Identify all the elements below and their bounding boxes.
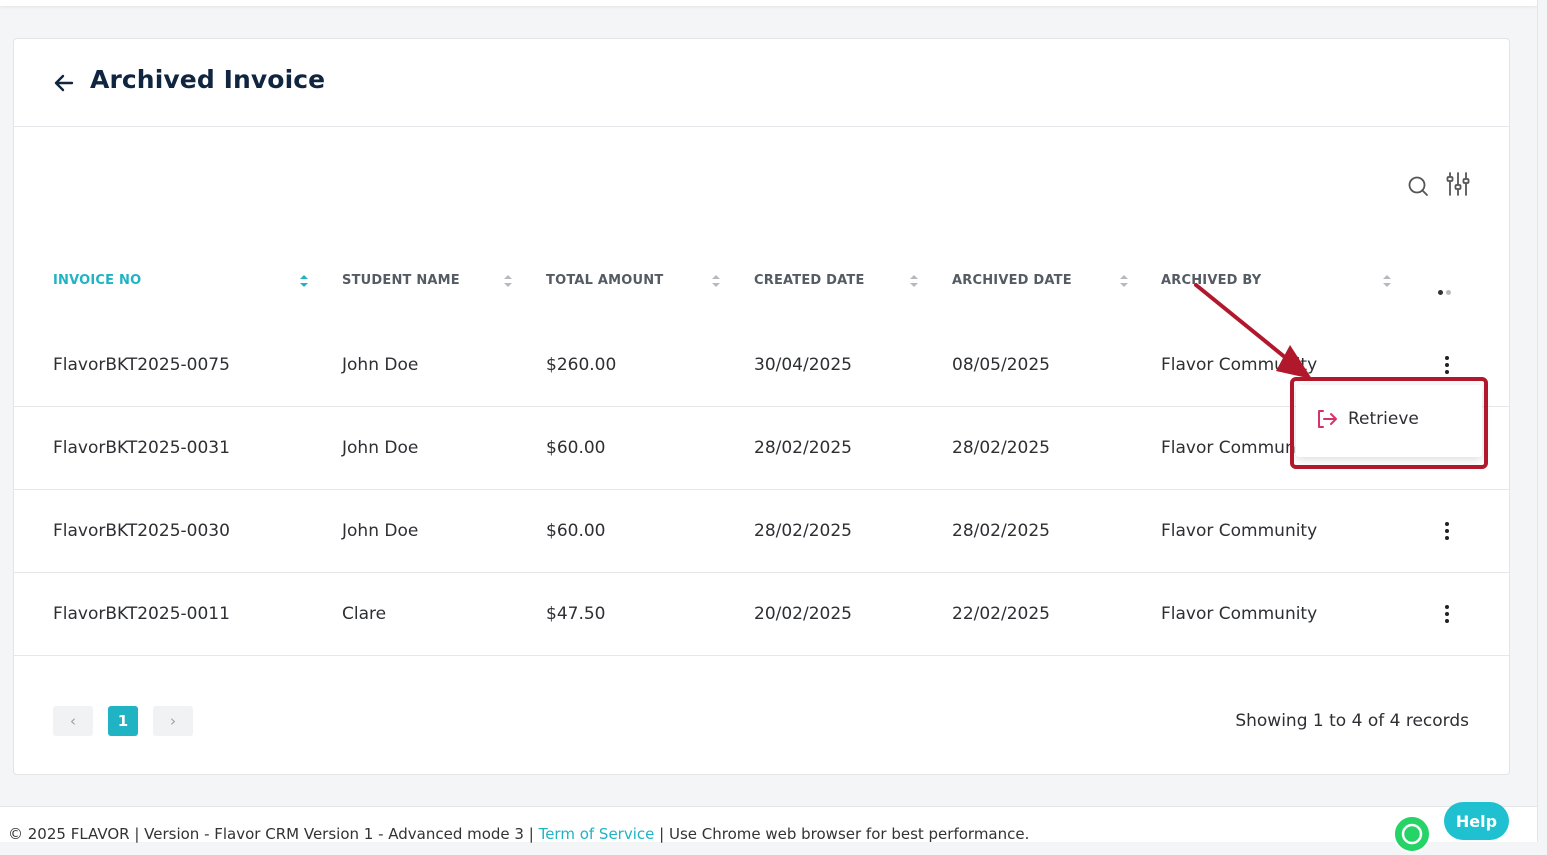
cell-invoice-no: FlavorBKT2025-0075 [53, 355, 230, 375]
cell-archived-date: 28/02/2025 [952, 438, 1050, 458]
sort-icon[interactable] [711, 274, 721, 288]
column-header-invoice-no[interactable]: INVOICE NO [53, 273, 141, 288]
cell-total-amount: $260.00 [546, 355, 617, 375]
pagination-page-1[interactable]: 1 [108, 706, 138, 736]
arrow-left-icon[interactable] [52, 71, 76, 95]
footer-text: © 2025 FLAVOR | Version - Flavor CRM Ver… [8, 825, 1029, 843]
cell-created-date: 28/02/2025 [754, 521, 852, 541]
cell-invoice-no: FlavorBKT2025-0031 [53, 438, 230, 458]
cell-created-date: 20/02/2025 [754, 604, 852, 624]
whatsapp-icon[interactable] [1393, 815, 1431, 853]
cell-student-name: Clare [342, 604, 387, 624]
cell-invoice-no: FlavorBKT2025-0030 [53, 521, 230, 541]
archived-invoice-card: Archived Invoice INVOICE NO STUDENT NAME… [13, 38, 1510, 775]
cell-total-amount: $47.50 [546, 604, 606, 624]
column-header-total-amount[interactable]: TOTAL AMOUNT [546, 273, 663, 288]
sort-icon[interactable] [299, 274, 309, 288]
retrieve-label: Retrieve [1348, 409, 1419, 429]
cell-invoice-no: FlavorBKT2025-0011 [53, 604, 230, 624]
table-row[interactable]: FlavorBKT2025-0075 John Doe $260.00 30/0… [14, 324, 1509, 407]
footer-suffix: | Use Chrome web browser for best perfor… [654, 825, 1030, 843]
cell-created-date: 30/04/2025 [754, 355, 852, 375]
retrieve-menu-item[interactable]: Retrieve [1316, 409, 1419, 429]
sort-icon[interactable] [909, 274, 919, 288]
cell-archived-date: 22/02/2025 [952, 604, 1050, 624]
cell-total-amount: $60.00 [546, 521, 606, 541]
column-settings-toggle[interactable] [1438, 280, 1454, 299]
top-bar [0, 0, 1537, 6]
cell-created-date: 28/02/2025 [754, 438, 852, 458]
kebab-icon[interactable] [1434, 518, 1460, 544]
dot-icon [1446, 290, 1451, 295]
sign-in-icon [1318, 410, 1337, 428]
sort-icon[interactable] [1119, 274, 1129, 288]
cell-student-name: John Doe [342, 438, 419, 458]
help-button[interactable]: Help [1444, 802, 1509, 840]
sort-icon[interactable] [1382, 274, 1392, 288]
table-row[interactable]: FlavorBKT2025-0030 John Doe $60.00 28/02… [14, 490, 1509, 573]
sort-icon[interactable] [503, 274, 513, 288]
table-row[interactable]: FlavorBKT2025-0031 John Doe $60.00 28/02… [14, 407, 1509, 490]
kebab-icon[interactable] [1434, 601, 1460, 627]
records-summary: Showing 1 to 4 of 4 records [1235, 711, 1469, 731]
cell-archived-by: Flavor Community [1161, 438, 1318, 458]
cell-archived-by: Flavor Community [1161, 355, 1318, 375]
sliders-icon[interactable] [1446, 171, 1470, 197]
footer: © 2025 FLAVOR | Version - Flavor CRM Ver… [0, 806, 1537, 843]
cell-student-name: John Doe [342, 355, 419, 375]
dot-icon [1438, 290, 1443, 295]
card-header: Archived Invoice [14, 39, 1509, 127]
page-title: Archived Invoice [90, 65, 326, 94]
kebab-icon[interactable] [1434, 352, 1460, 378]
column-header-created-date[interactable]: CREATED DATE [754, 273, 865, 288]
footer-prefix: © 2025 FLAVOR | Version - Flavor CRM Ver… [8, 825, 539, 843]
search-icon[interactable] [1406, 174, 1430, 198]
cell-archived-by: Flavor Community [1161, 521, 1318, 541]
cell-student-name: John Doe [342, 521, 419, 541]
terms-link[interactable]: Term of Service [539, 825, 655, 843]
pagination-prev-button[interactable]: ‹ [53, 706, 93, 736]
scrollbar[interactable] [1537, 0, 1547, 842]
cell-archived-by: Flavor Community [1161, 604, 1318, 624]
column-header-student-name[interactable]: STUDENT NAME [342, 273, 460, 288]
row-actions-menu: Retrieve [1296, 385, 1482, 457]
cell-archived-date: 08/05/2025 [952, 355, 1050, 375]
cell-total-amount: $60.00 [546, 438, 606, 458]
column-header-archived-date[interactable]: ARCHIVED DATE [952, 273, 1072, 288]
table-row[interactable]: FlavorBKT2025-0011 Clare $47.50 20/02/20… [14, 573, 1509, 656]
column-header-archived-by[interactable]: ARCHIVED BY [1161, 273, 1261, 288]
pagination-next-button[interactable]: › [153, 706, 193, 736]
cell-archived-date: 28/02/2025 [952, 521, 1050, 541]
